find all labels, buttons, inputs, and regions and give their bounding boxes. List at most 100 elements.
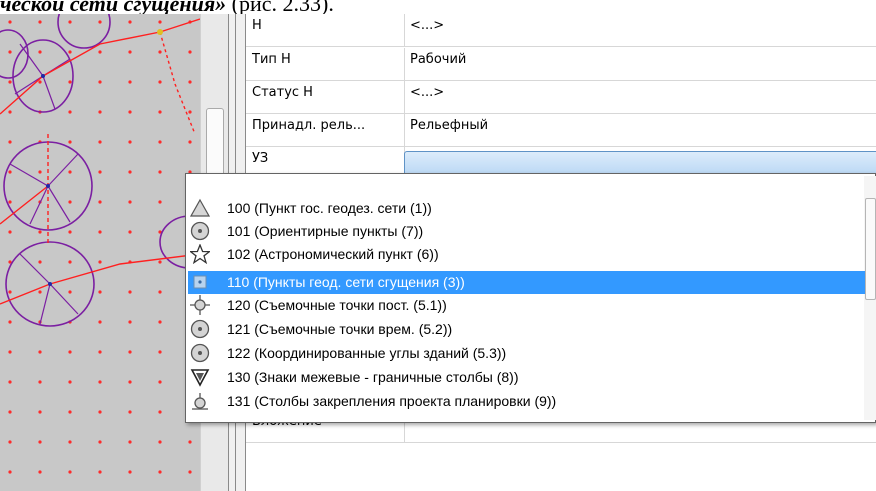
grid-dot [8, 200, 12, 204]
property-key: Принадл. рель... [246, 114, 405, 146]
grid-dot [38, 410, 42, 414]
grid-dot [68, 200, 72, 204]
grid-dot [158, 410, 162, 414]
down-triangle-icon [190, 367, 210, 387]
grid-dot [68, 230, 72, 234]
grid-dot [128, 410, 132, 414]
dropdown-option-label: 110 (Пункты геод. сети сгущения (3)) [227, 274, 465, 290]
grid-dot [188, 470, 192, 474]
crosshair-icon [190, 295, 210, 315]
dropdown-option[interactable]: 130 (Знаки межевые - граничные столбы (8… [186, 366, 866, 389]
grid-dot [38, 350, 42, 354]
property-key: Н [246, 14, 405, 46]
map-drawing [0, 14, 200, 474]
grid-dot [8, 170, 12, 174]
grid-dot [128, 230, 132, 234]
grid-dot [68, 170, 72, 174]
grid-dot [98, 470, 102, 474]
grid-dot [68, 20, 72, 24]
dropdown-option[interactable]: 121 (Съемочные точки врем. (5.2)) [186, 318, 866, 341]
grid-dot [38, 470, 42, 474]
grid-dot [128, 440, 132, 444]
property-value[interactable]: <...> [406, 81, 444, 113]
grid-dot [158, 170, 162, 174]
grid-dot [38, 260, 42, 264]
property-row[interactable]: Статус Н <...> [246, 81, 876, 114]
dropdown-scroll-thumb[interactable] [865, 198, 876, 300]
triangle-icon [189, 198, 211, 218]
dropdown-option-label: 100 (Пункт гос. геодез. сети (1)) [227, 200, 432, 216]
grid-dot [98, 80, 102, 84]
grid-dot [98, 410, 102, 414]
grid-dot [38, 380, 42, 384]
grid-dot [158, 440, 162, 444]
grid-dot [158, 140, 162, 144]
property-row[interactable]: Тип Н Рабочий [246, 48, 876, 81]
map-scroll-thumb[interactable] [206, 108, 224, 180]
dropdown-option-label: 122 (Координированные углы зданий (5.3)) [227, 345, 507, 361]
dropdown-option[interactable]: 110 (Пункты геод. сети сгущения (3)) [188, 271, 865, 294]
grid-dot [158, 290, 162, 294]
grid-dot [8, 410, 12, 414]
grid-dot [68, 440, 72, 444]
grid-dot [98, 230, 102, 234]
dropdown-option[interactable]: 100 (Пункт гос. геодез. сети (1)) [186, 197, 866, 220]
grid-dot [158, 380, 162, 384]
grid-dot [98, 440, 102, 444]
grid-dot [128, 290, 132, 294]
grid-dot [38, 80, 42, 84]
grid-dot [68, 350, 72, 354]
property-row[interactable]: Н <...> [246, 14, 876, 47]
circle-dot-icon [190, 319, 210, 339]
grid-dot [128, 470, 132, 474]
grid-dot [8, 230, 12, 234]
station-circles [0, 14, 200, 327]
grid-dot [188, 110, 192, 114]
grid-dot [8, 320, 12, 324]
circle-dot-icon [190, 221, 210, 241]
grid-dot [8, 50, 12, 54]
grid-dot [128, 380, 132, 384]
grid-dot [8, 380, 12, 384]
grid-dot [188, 440, 192, 444]
grid-dot [68, 410, 72, 414]
grid-dot [158, 50, 162, 54]
map-canvas[interactable] [0, 14, 200, 491]
code-dropdown-list[interactable]: 100 (Пункт гос. геодез. сети (1)) 101 (Ор… [185, 173, 876, 423]
grid-dot [98, 200, 102, 204]
grid-dot [98, 380, 102, 384]
grid-dot [158, 200, 162, 204]
dropdown-option[interactable]: 122 (Координированные углы зданий (5.3)) [186, 342, 866, 365]
dropdown-option-label: 121 (Съемочные точки врем. (5.2)) [227, 321, 453, 337]
property-value[interactable]: <...> [406, 14, 444, 46]
grid-dot [128, 200, 132, 204]
grid-dot [68, 380, 72, 384]
dropdown-option[interactable]: 120 (Съемочные точки пост. (5.1)) [186, 294, 866, 317]
property-row[interactable]: Принадл. рель... Рельефный [246, 114, 876, 147]
grid-dot [8, 20, 12, 24]
grid-dot [68, 80, 72, 84]
grid-dot [158, 80, 162, 84]
dropdown-option[interactable]: 131 (Столбы закрепления проекта планиров… [186, 390, 866, 413]
dropdown-option[interactable]: 101 (Ориентирные пункты (7)) [186, 220, 866, 243]
grid-dot [128, 110, 132, 114]
grid-dot [8, 440, 12, 444]
grid-dot [158, 470, 162, 474]
property-value[interactable]: Рабочий [406, 48, 466, 80]
dropdown-option-label: 120 (Съемочные точки пост. (5.1)) [227, 297, 447, 313]
dropdown-option[interactable]: 102 (Астрономический пункт (6)) [186, 243, 866, 266]
grid-dot [98, 290, 102, 294]
dropdown-option-label: 131 (Столбы закрепления проекта планиров… [227, 393, 557, 409]
grid-dot [8, 110, 12, 114]
grid-dot [128, 50, 132, 54]
grid-dot [98, 170, 102, 174]
property-value[interactable]: Рельефный [406, 114, 488, 146]
grid-dot [128, 20, 132, 24]
circle-spokes [9, 43, 79, 325]
grid-dot [68, 110, 72, 114]
grid-dots [8, 20, 192, 474]
grid-dot [38, 440, 42, 444]
grid-dot [98, 140, 102, 144]
grid-dot [158, 110, 162, 114]
grid-dot [128, 350, 132, 354]
